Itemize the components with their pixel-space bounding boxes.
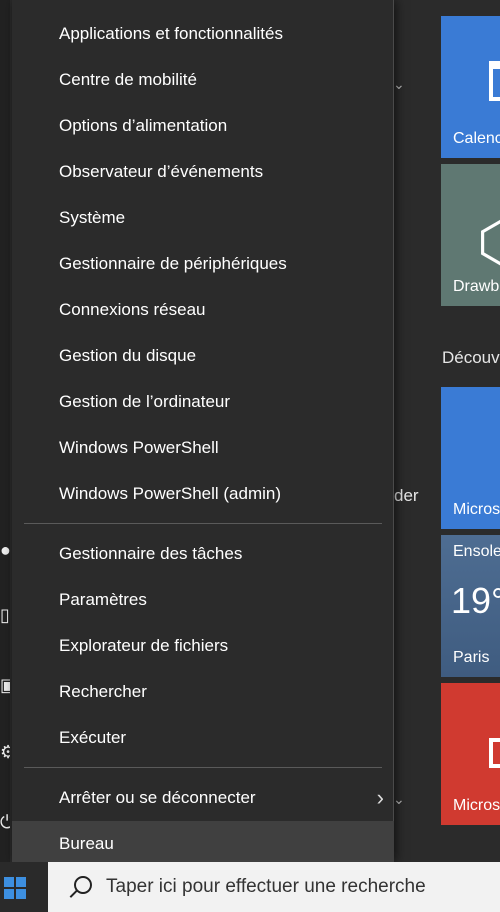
chevron-down-icon[interactable]: ⌄	[393, 791, 405, 808]
tile-label: Drawb	[453, 278, 500, 295]
search-icon	[74, 876, 92, 894]
tile-label: Calenc	[453, 130, 500, 147]
menu-item-system[interactable]: Système	[12, 195, 394, 241]
tile-drawboard[interactable]: ⬡ Drawb	[441, 164, 500, 306]
start-button[interactable]	[0, 862, 48, 912]
menu-item-label: Arrêter ou se déconnecter	[59, 788, 256, 807]
document-icon[interactable]: ▯	[0, 605, 10, 629]
weather-city: Paris	[453, 649, 490, 666]
menu-item-settings[interactable]: Paramètres	[12, 577, 394, 623]
taskbar: Taper ici pour effectuer une recherche	[0, 862, 500, 912]
search-placeholder: Taper ici pour effectuer une recherche	[106, 876, 426, 897]
start-left-rail: ● ▯ ▣ ⚙ ⏻	[0, 0, 10, 862]
tile-microsoft[interactable]: Micros	[441, 387, 500, 529]
menu-item-search[interactable]: Rechercher	[12, 669, 394, 715]
pictures-icon[interactable]: ▣	[0, 675, 10, 699]
power-user-menu: Applications et fonctionnalités Centre d…	[12, 0, 394, 867]
chevron-down-icon[interactable]: ⌄	[393, 76, 405, 93]
weather-temperature: 19°	[451, 580, 500, 621]
menu-item-shutdown-signout[interactable]: Arrêter ou se déconnecter ›	[12, 775, 394, 821]
menu-item-event-viewer[interactable]: Observateur d’événements	[12, 149, 394, 195]
taskbar-search-box[interactable]: Taper ici pour effectuer une recherche	[48, 862, 500, 912]
menu-item-apps-features[interactable]: Applications et fonctionnalités	[12, 11, 394, 57]
menu-item-power-options[interactable]: Options d’alimentation	[12, 103, 394, 149]
tile-calendar[interactable]: Calenc	[441, 16, 500, 158]
weather-condition: Ensole	[453, 543, 500, 560]
app-list-text: der	[394, 486, 419, 505]
menu-separator	[24, 767, 382, 768]
menu-separator	[24, 523, 382, 524]
windows-logo-icon	[4, 877, 26, 899]
menu-item-mobility-center[interactable]: Centre de mobilité	[12, 57, 394, 103]
menu-item-powershell[interactable]: Windows PowerShell	[12, 425, 394, 471]
tile-microsoft-red[interactable]: Micros	[441, 683, 500, 825]
menu-item-task-manager[interactable]: Gestionnaire des tâches	[12, 531, 394, 577]
tile-label: Micros	[453, 501, 500, 518]
store-icon	[489, 738, 500, 768]
menu-item-powershell-admin[interactable]: Windows PowerShell (admin)	[12, 471, 394, 517]
chevron-right-icon: ›	[376, 785, 384, 810]
tile-weather[interactable]: Ensole 19° Paris	[441, 535, 500, 677]
calendar-icon	[489, 61, 500, 101]
user-avatar-icon[interactable]: ●	[0, 540, 10, 564]
settings-icon[interactable]: ⚙	[0, 742, 10, 766]
menu-item-desktop[interactable]: Bureau	[12, 821, 394, 867]
power-icon[interactable]: ⏻	[0, 812, 10, 836]
menu-item-run[interactable]: Exécuter	[12, 715, 394, 761]
menu-item-computer-management[interactable]: Gestion de l’ordinateur	[12, 379, 394, 425]
menu-item-device-manager[interactable]: Gestionnaire de périphériques	[12, 241, 394, 287]
menu-item-file-explorer[interactable]: Explorateur de fichiers	[12, 623, 394, 669]
menu-item-disk-management[interactable]: Gestion du disque	[12, 333, 394, 379]
drawboard-icon: ⬡	[477, 214, 500, 270]
tiles-section-title: Découve	[442, 348, 500, 367]
menu-item-network-connections[interactable]: Connexions réseau	[12, 287, 394, 333]
tile-label: Micros	[453, 797, 500, 814]
